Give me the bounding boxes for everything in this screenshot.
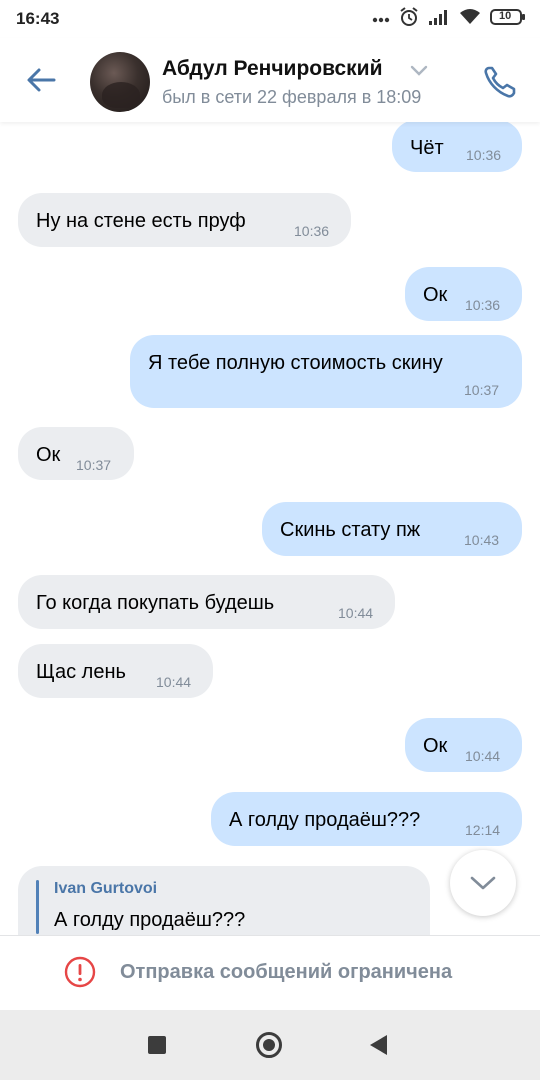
message-bubble-outgoing[interactable]: Ок 10:44 <box>405 718 522 772</box>
message-time: 10:44 <box>338 605 374 621</box>
chevron-down-icon[interactable] <box>410 65 428 77</box>
system-nav-bar <box>0 1010 540 1080</box>
message-text: Скинь стату пж <box>280 519 421 541</box>
nav-home-icon[interactable] <box>256 1032 282 1058</box>
message-bubble-incoming-reply[interactable]: Ivan Gurtovoi А голду продаёш??? <box>18 866 430 935</box>
scroll-down-icon <box>470 876 496 890</box>
reply-quote-bar <box>36 880 39 934</box>
message-bubble-outgoing[interactable]: Я тебе полную стоимость скину 10:37 <box>130 335 522 408</box>
message-time: 10:36 <box>465 297 501 313</box>
contact-name[interactable]: Абдул Ренчировский <box>162 57 383 81</box>
message-time: 12:14 <box>465 822 501 838</box>
battery-level: 10 <box>499 9 512 22</box>
restricted-notice-text: Отправка сообщений ограничена <box>120 961 453 983</box>
scroll-down-button[interactable] <box>450 850 516 916</box>
message-text: Ок <box>423 284 448 306</box>
status-bar: 16:43 10 <box>0 0 540 38</box>
message-bubble-incoming[interactable]: Го когда покупать будешь 10:44 <box>18 575 395 629</box>
more-dots-icon <box>372 10 390 28</box>
nav-recents-icon[interactable] <box>148 1036 166 1054</box>
message-text: Я тебе полную стоимость скину <box>148 352 443 374</box>
message-bubble-incoming[interactable]: Щас лень 10:44 <box>18 644 213 698</box>
message-text: А голду продаёш??? <box>229 809 421 831</box>
message-bubble-incoming[interactable]: Ну на стене есть пруф 10:36 <box>18 193 351 247</box>
reply-quote-author[interactable]: Ivan Gurtovoi <box>54 880 157 898</box>
message-text: Щас лень <box>36 661 126 683</box>
message-text: Ну на стене есть пруф <box>36 210 246 232</box>
chat-header: Абдул Ренчировский был в сети 22 февраля… <box>0 38 540 122</box>
messaging-restricted-bar: Отправка сообщений ограничена <box>0 935 540 1011</box>
back-button[interactable] <box>24 63 58 97</box>
status-icons: 10 <box>372 6 526 32</box>
message-bubble-outgoing[interactable]: Чёт 10:36 <box>392 122 522 172</box>
warning-icon <box>64 956 96 988</box>
message-list[interactable]: Чёт 10:36 Ну на стене есть пруф 10:36 Ок… <box>0 122 540 935</box>
message-time: 10:36 <box>466 147 502 163</box>
signal-icon <box>428 8 450 31</box>
message-text: Го когда покупать будешь <box>36 592 275 614</box>
message-bubble-outgoing[interactable]: Скинь стату пж 10:43 <box>262 502 522 556</box>
back-arrow-icon <box>27 68 56 92</box>
wifi-icon <box>459 8 481 31</box>
message-bubble-outgoing[interactable]: Ок 10:36 <box>405 267 522 321</box>
alarm-icon <box>399 6 419 32</box>
message-text: Ок <box>423 735 448 757</box>
message-time: 10:36 <box>294 223 330 239</box>
message-bubble-incoming[interactable]: Ок 10:37 <box>18 427 134 480</box>
phone-icon <box>484 66 516 98</box>
nav-back-icon[interactable] <box>370 1035 387 1055</box>
call-button[interactable] <box>480 62 520 102</box>
message-text: Чёт <box>410 137 444 159</box>
message-bubble-outgoing[interactable]: А голду продаёш??? 12:14 <box>211 792 522 846</box>
status-time: 16:43 <box>16 9 60 28</box>
message-time: 10:43 <box>464 532 500 548</box>
message-time: 10:37 <box>464 382 500 398</box>
message-time: 10:44 <box>465 748 501 764</box>
avatar[interactable] <box>90 52 150 112</box>
message-time: 10:44 <box>156 674 192 690</box>
contact-last-seen: был в сети 22 февраля в 18:09 <box>162 87 422 107</box>
message-text: Ок <box>36 444 61 466</box>
message-time: 10:37 <box>76 457 112 473</box>
reply-quote-text: А голду продаёш??? <box>54 909 246 931</box>
battery-icon: 10 <box>490 8 526 31</box>
